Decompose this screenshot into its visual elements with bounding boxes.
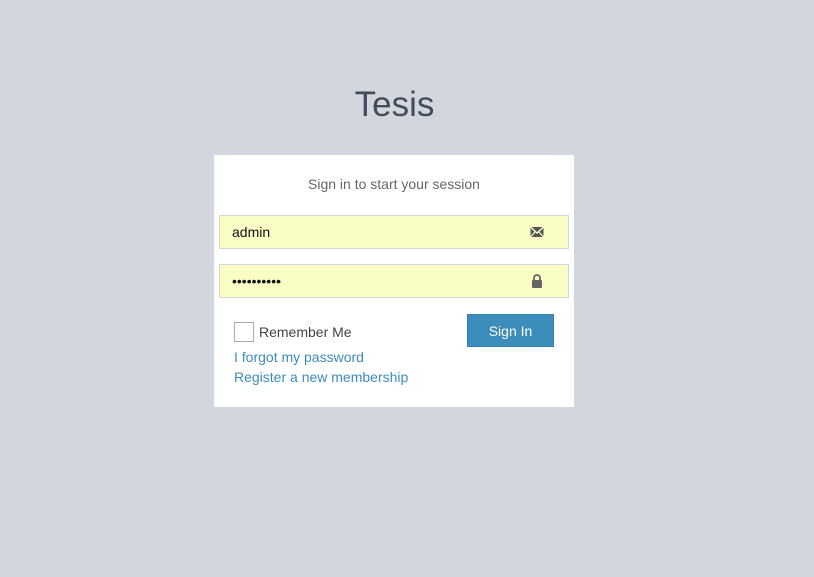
remember-me[interactable]: Remember Me — [234, 321, 352, 343]
password-field-group — [219, 264, 569, 298]
register-link[interactable]: Register a new membership — [234, 369, 408, 385]
lock-icon — [532, 274, 542, 288]
username-field-group — [219, 215, 569, 249]
password-input[interactable] — [232, 265, 522, 297]
login-message: Sign in to start your session — [308, 176, 480, 192]
remember-checkbox[interactable] — [234, 322, 254, 342]
remember-label: Remember Me — [259, 324, 352, 340]
username-input[interactable] — [232, 216, 522, 248]
envelope-icon — [530, 226, 544, 238]
forgot-password-link[interactable]: I forgot my password — [234, 349, 364, 365]
app-title: Tesis — [354, 85, 435, 124]
login-box: Sign in to start your session Remember M… — [214, 155, 574, 407]
sign-in-button[interactable]: Sign In — [467, 314, 554, 347]
